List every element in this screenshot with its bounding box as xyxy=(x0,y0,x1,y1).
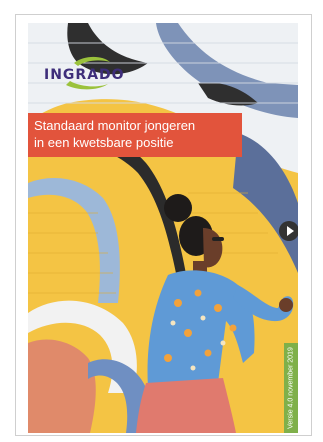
cover-title: Standaard monitor jongeren in een kwetsb… xyxy=(28,113,242,157)
play-button[interactable] xyxy=(279,221,298,241)
version-strip: Versie 4.0 november 2019 xyxy=(284,343,298,433)
version-text: Versie 4.0 november 2019 xyxy=(287,347,295,429)
document-page: INGRADO Standaard monitor jongeren in ee… xyxy=(15,14,312,436)
logo-text: INGRADO xyxy=(44,67,125,83)
play-icon xyxy=(287,226,294,236)
ingrado-logo: INGRADO xyxy=(44,53,134,93)
cover-image: INGRADO Standaard monitor jongeren in ee… xyxy=(28,23,298,433)
cover-title-line-1: Standaard monitor jongeren xyxy=(34,118,196,133)
cover-title-line-2: in een kwetsbare positie xyxy=(34,135,174,150)
